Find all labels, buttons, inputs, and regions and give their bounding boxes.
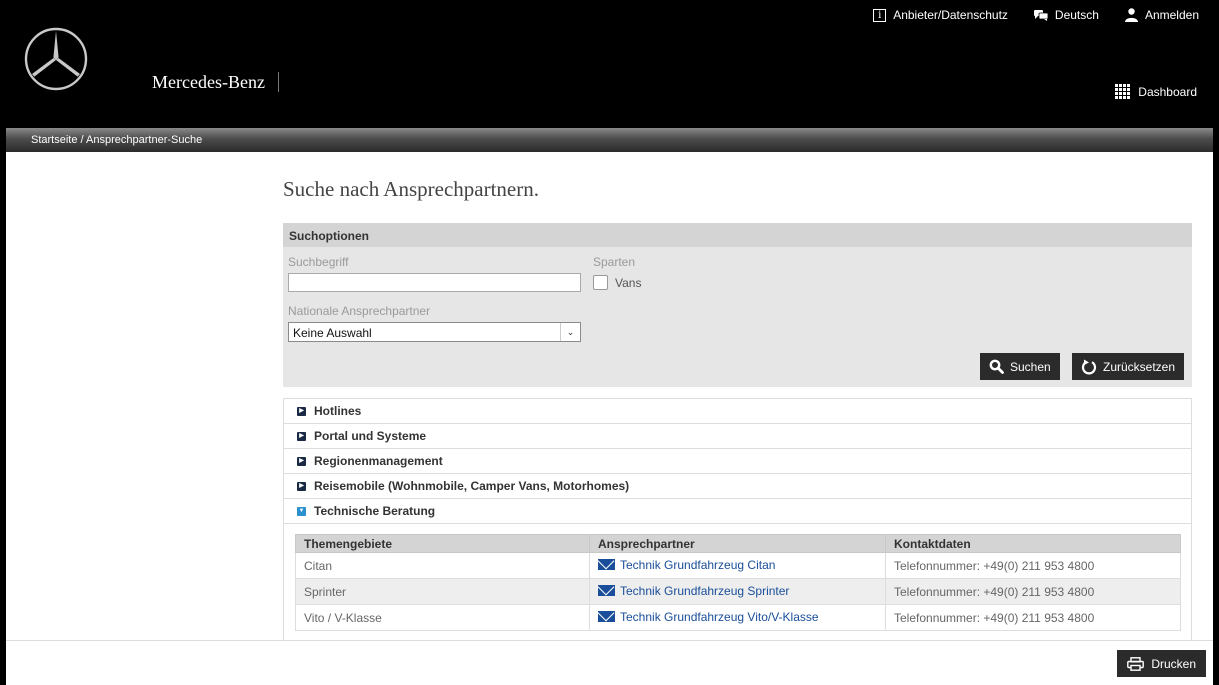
national-contacts-value: Keine Auswahl	[293, 326, 372, 340]
search-icon	[989, 359, 1004, 374]
table-row: Citan Technik Grundfahrzeug Citan Telefo…	[295, 552, 1181, 579]
search-term-label: Suchbegriff	[288, 255, 349, 269]
brand-name: Mercedes-Benz	[152, 72, 265, 92]
reset-button-label: Zurücksetzen	[1103, 359, 1176, 374]
reset-icon	[1081, 359, 1097, 374]
page-footer: Drucken	[6, 640, 1213, 685]
chevron-down-icon: ⌄	[560, 323, 580, 341]
accordion-item-motorhomes[interactable]: ▶ Reisemobile (Wohnmobile, Camper Vans, …	[283, 473, 1192, 498]
search-button[interactable]: Suchen	[980, 353, 1060, 380]
chat-icon	[1033, 10, 1048, 21]
topic-cell: Vito / V-Klasse	[295, 604, 590, 631]
top-navigation: i Anbieter/Datenschutz Deutsch Anmelden	[873, 8, 1199, 22]
expand-icon: ▶	[297, 431, 306, 441]
accordion-item-label: Reisemobile (Wohnmobile, Camper Vans, Mo…	[314, 479, 630, 493]
accordion-item-label: Technische Beratung	[314, 504, 436, 518]
accordion-item-technical[interactable]: ▼ Technische Beratung	[283, 498, 1192, 523]
phone-cell: Telefonnummer: +49(0) 211 953 4800	[885, 604, 1181, 631]
grid-icon	[1115, 84, 1131, 99]
page-title: Suche nach Ansprechpartnern.	[283, 177, 539, 201]
accordion-item-regions[interactable]: ▶ Regionenmanagement	[283, 448, 1192, 473]
print-button-label: Drucken	[1151, 656, 1196, 671]
imprint-label: Anbieter/Datenschutz	[893, 8, 1008, 22]
mail-icon	[598, 559, 615, 571]
search-term-input[interactable]	[288, 273, 581, 292]
breadcrumb-separator: /	[77, 134, 87, 146]
topic-cell: Citan	[295, 552, 590, 579]
vans-checkbox[interactable]	[593, 275, 608, 290]
column-header: Kontaktdaten	[885, 534, 1181, 553]
dashboard-label: Dashboard	[1138, 84, 1197, 99]
contact-link-label: Technik Grundfahrzeug Sprinter	[620, 583, 790, 598]
breadcrumb-current: Ansprechpartner-Suche	[86, 134, 203, 146]
login-label: Anmelden	[1144, 8, 1199, 22]
collapse-icon: ▼	[297, 506, 306, 516]
column-header: Ansprechpartner	[589, 534, 886, 553]
brand-divider	[278, 72, 279, 92]
contact-cell: Technik Grundfahrzeug Sprinter	[589, 578, 886, 605]
imprint-link[interactable]: i Anbieter/Datenschutz	[873, 8, 1008, 22]
accordion-item-portal[interactable]: ▶ Portal und Systeme	[283, 423, 1192, 448]
search-button-label: Suchen	[1010, 359, 1051, 374]
table-row: Vito / V-Klasse Technik Grundfahrzeug Vi…	[295, 604, 1181, 631]
contact-link[interactable]: Technik Grundfahrzeug Citan	[598, 558, 775, 572]
accordion-item-label: Hotlines	[314, 404, 362, 418]
accordion-item-hotlines[interactable]: ▶ Hotlines	[283, 398, 1192, 423]
national-contacts-label: Nationale Ansprechpartner	[288, 304, 431, 318]
expand-icon: ▶	[297, 481, 306, 491]
content-column: Suche nach Ansprechpartnern. Suchoptione…	[283, 152, 1207, 640]
divisions-label: Sparten	[593, 255, 636, 269]
user-icon	[1124, 8, 1138, 22]
mercedes-star-logo[interactable]	[24, 27, 88, 91]
phone-cell: Telefonnummer: +49(0) 211 953 4800	[885, 552, 1181, 579]
site-header: Mercedes-Benz i Anbieter/Datenschutz Deu…	[0, 0, 1219, 128]
dashboard-link[interactable]: Dashboard	[1115, 84, 1197, 99]
accordion-item-label: Portal und Systeme	[314, 429, 427, 443]
info-icon: i	[873, 8, 887, 22]
contact-link[interactable]: Technik Grundfahrzeug Vito/V-Klasse	[598, 610, 819, 624]
main-content: Suche nach Ansprechpartnern. Suchoptione…	[6, 152, 1213, 640]
contact-accordion: ▶ Hotlines ▶ Portal und Systeme ▶ Region…	[283, 398, 1192, 640]
breadcrumb: Startseite / Ansprechpartner-Suche	[6, 128, 1213, 152]
vans-checkbox-label[interactable]: Vans	[615, 276, 641, 290]
phone-cell: Telefonnummer: +49(0) 211 953 4800	[885, 578, 1181, 605]
table-row: Sprinter Technik Grundfahrzeug Sprinter …	[295, 578, 1181, 605]
language-label: Deutsch	[1054, 8, 1099, 22]
contact-link-label: Technik Grundfahrzeug Vito/V-Klasse	[620, 609, 819, 624]
print-button[interactable]: Drucken	[1117, 650, 1206, 677]
search-options-panel: Suchoptionen Suchbegriff Sparten Vans Na…	[283, 223, 1192, 387]
expand-icon: ▶	[297, 406, 306, 416]
mail-icon	[598, 585, 615, 597]
table-header-row: Themengebiete Ansprechpartner Kontaktdat…	[295, 534, 1181, 553]
login-link[interactable]: Anmelden	[1124, 8, 1199, 22]
contacts-table: Themengebiete Ansprechpartner Kontaktdat…	[295, 534, 1181, 631]
contact-cell: Technik Grundfahrzeug Citan	[589, 552, 886, 579]
accordion-item-label: Regionenmanagement	[314, 454, 443, 468]
expand-icon: ▶	[297, 456, 306, 466]
national-contacts-select[interactable]: Keine Auswahl ⌄	[288, 322, 581, 342]
language-selector[interactable]: Deutsch	[1033, 8, 1099, 22]
mail-icon	[598, 611, 615, 623]
search-panel-title: Suchoptionen	[283, 223, 1192, 247]
contact-link-label: Technik Grundfahrzeug Citan	[620, 557, 776, 572]
printer-icon	[1127, 656, 1145, 671]
reset-button[interactable]: Zurücksetzen	[1072, 353, 1185, 380]
contact-cell: Technik Grundfahrzeug Vito/V-Klasse	[589, 604, 886, 631]
contact-link[interactable]: Technik Grundfahrzeug Sprinter	[598, 584, 789, 598]
column-header: Themengebiete	[295, 534, 590, 553]
breadcrumb-home[interactable]: Startseite	[31, 134, 77, 146]
accordion-panel-technical: Themengebiete Ansprechpartner Kontaktdat…	[283, 523, 1192, 640]
topic-cell: Sprinter	[295, 578, 590, 605]
